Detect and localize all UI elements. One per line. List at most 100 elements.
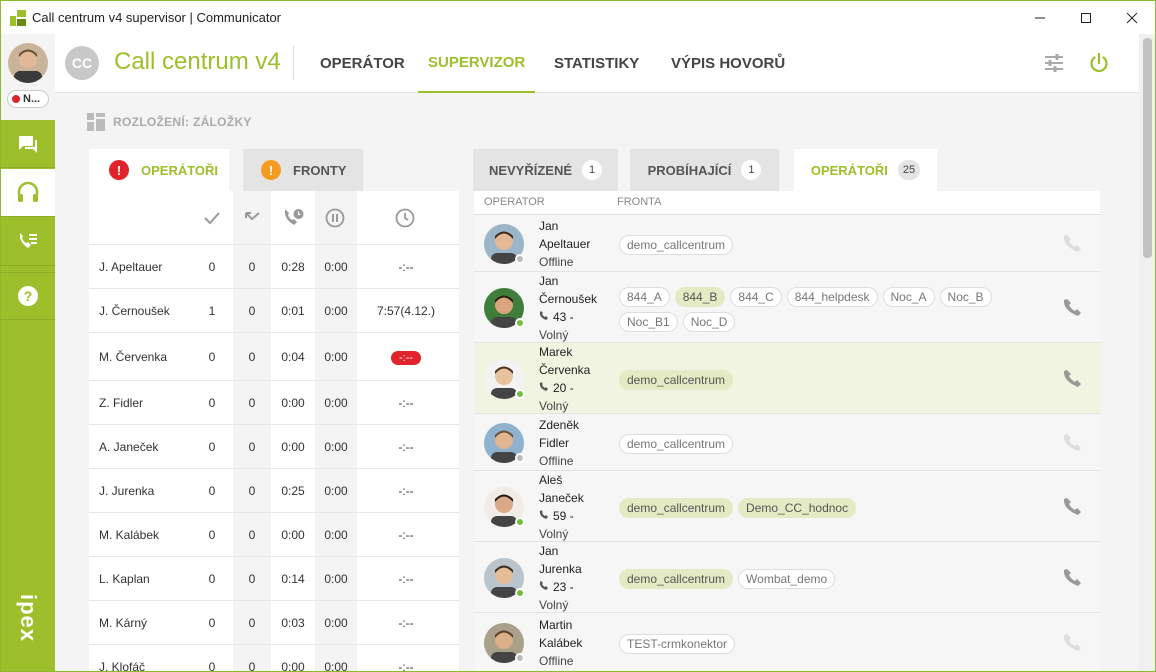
avatar[interactable] — [8, 43, 48, 83]
tab-probihajici[interactable]: PROBÍHAJÍCÍ 1 — [630, 149, 779, 191]
table-row[interactable]: A. Janeček 0 0 0:00 0:00 -:-- — [89, 425, 459, 469]
minimize-button[interactable] — [1017, 1, 1063, 34]
last-call-time: -:-- — [398, 439, 414, 454]
queue-chip[interactable]: demo_callcentrum — [619, 234, 734, 255]
user-profile[interactable]: N... — [1, 34, 55, 120]
app-badge: CC — [65, 46, 99, 80]
rail-call-list-button[interactable] — [1, 218, 55, 266]
window-title: Call centrum v4 supervisor | Communicato… — [32, 10, 282, 25]
check-icon — [204, 212, 220, 225]
last-call-time: -:-- — [398, 395, 414, 410]
queue-chip[interactable]: demo_callcentrum — [619, 497, 734, 518]
tab-operator[interactable]: OPERÁTOR — [310, 34, 415, 93]
tab-nevyrizene[interactable]: NEVYŘÍZENÉ 1 — [473, 149, 618, 191]
headset-icon — [17, 181, 39, 202]
call-button[interactable] — [1062, 568, 1082, 588]
tab-operatori-right[interactable]: OPERÁTOŘI 25 — [794, 149, 937, 191]
queue-chip[interactable]: 844_helpdesk — [786, 287, 878, 307]
tab-vypis-hovoru[interactable]: VÝPIS HOVORŮ — [661, 34, 795, 93]
scrollbar[interactable] — [1139, 34, 1155, 671]
answered-count: 0 — [208, 395, 216, 410]
table-row[interactable]: L. Kaplan 0 0 0:14 0:00 -:-- — [89, 557, 459, 601]
table-row[interactable]: J. Černoušek 1 0 0:01 0:00 7:57(4.12.) — [89, 289, 459, 333]
call-button[interactable] — [1062, 497, 1082, 517]
table-row[interactable]: M. Kalábek 0 0 0:00 0:00 -:-- — [89, 513, 459, 557]
queue-chip[interactable]: demo_callcentrum — [619, 568, 734, 589]
tab-supervizor[interactable]: SUPERVIZOR — [418, 34, 536, 93]
tab-statistiky[interactable]: STATISTIKY — [544, 34, 649, 93]
rail-help-button[interactable]: ? — [1, 272, 55, 320]
call-time: 0:14 — [281, 571, 305, 586]
list-item[interactable]: Jan Jurenka 23 - Volný demo_callcentrum Womba… — [474, 542, 1100, 613]
maximize-button[interactable] — [1063, 1, 1109, 34]
queue-chip[interactable]: demo_callcentrum — [619, 369, 734, 390]
list-item[interactable]: Martin Kalábek Offline TEST-crmkonektor — [474, 613, 1100, 671]
call-time: 0:04 — [281, 349, 305, 364]
call-button[interactable] — [1062, 234, 1082, 254]
call-button[interactable] — [1062, 369, 1082, 389]
missed-count: 0 — [248, 527, 256, 542]
busy-indicator — [12, 95, 20, 103]
phone-icon — [1063, 298, 1081, 316]
table-row[interactable]: J. Apeltauer 0 0 0:28 0:00 -:-- — [89, 245, 459, 289]
table-row[interactable]: M. Červenka 0 0 0:04 0:00 -:-- — [89, 333, 459, 381]
queue-chip[interactable]: Noc_B — [939, 287, 992, 307]
phone-small-icon — [539, 381, 548, 391]
operator-name: L. Kaplan — [99, 571, 150, 586]
queue-list: 844_A 844_B 844_C 844_helpdesk Noc_A Noc_B Noc… — [619, 287, 999, 332]
extension-number: 59 - — [553, 508, 574, 523]
settings-button[interactable] — [1043, 52, 1065, 74]
list-item[interactable]: Zdeněk Fidler Offline demo_callcentrum — [474, 414, 1100, 471]
queue-chip[interactable]: Wombat_demo — [738, 568, 836, 589]
logout-button[interactable] — [1088, 52, 1110, 74]
alert-icon: ! — [109, 160, 129, 180]
queue-list: demo_callcentrum Demo_CC_hodnoc — [619, 497, 999, 518]
call-button[interactable] — [1062, 298, 1082, 318]
list-item[interactable]: Marek Červenka 20 - Volný demo_callcentrum — [474, 343, 1100, 414]
pause-time: 0:00 — [324, 395, 348, 410]
status-badge[interactable]: N... — [7, 90, 49, 108]
help-icon: ? — [18, 286, 38, 306]
call-button[interactable] — [1062, 633, 1082, 653]
online-indicator — [515, 388, 525, 399]
scrollbar-thumb[interactable] — [1143, 38, 1152, 258]
operator-last-name: Janeček — [539, 490, 584, 505]
app-header: CC Call centrum v4 OPERÁTOR SUPERVIZOR S… — [55, 34, 1139, 93]
probihajici-count: 1 — [741, 160, 762, 180]
queue-chip[interactable]: Noc_B1 — [619, 312, 678, 332]
queue-chip[interactable]: Noc_D — [682, 312, 736, 332]
answered-count: 0 — [208, 439, 216, 454]
queue-chip[interactable]: 844_A — [619, 287, 670, 307]
rail-chat-button[interactable] — [1, 120, 55, 168]
queue-chip[interactable]: 844_C — [730, 287, 782, 307]
extension-line: 23 - — [539, 578, 614, 596]
queue-chip[interactable]: demo_callcentrum — [619, 433, 734, 454]
queue-chip[interactable]: 844_B — [674, 287, 726, 307]
last-call-time: -:-- — [365, 350, 447, 365]
offline-indicator — [515, 452, 525, 463]
list-item[interactable]: Jan Apeltauer Offline demo_callcentrum — [474, 215, 1100, 272]
operator-status: Volný — [539, 398, 569, 413]
table-row[interactable]: M. Kárný 0 0 0:03 0:00 -:-- — [89, 601, 459, 645]
table-row[interactable]: J. Jurenka 0 0 0:25 0:00 -:-- — [89, 469, 459, 513]
tab-operatori[interactable]: ! OPERÁTOŘI — [89, 149, 229, 191]
tab-nevyrizene-label: NEVYŘÍZENÉ — [488, 162, 573, 178]
pause-time: 0:00 — [324, 483, 348, 498]
last-call-time: -:-- — [398, 659, 414, 672]
close-button[interactable] — [1109, 1, 1155, 34]
tab-fronty[interactable]: ! FRONTY — [243, 149, 363, 191]
layout-switcher[interactable]: ROZLOŽENÍ: ZÁLOŽKY — [87, 113, 252, 131]
queue-chip[interactable]: TEST-crmkonektor — [619, 634, 736, 654]
table-row[interactable]: J. Klofáč 0 0 0:00 0:00 -:-- — [89, 645, 459, 672]
queue-chip[interactable]: Noc_A — [882, 287, 935, 307]
pause-time: 0:00 — [324, 527, 348, 542]
queue-chip[interactable]: Demo_CC_hodnoc — [738, 497, 857, 518]
main-content: ROZLOŽENÍ: ZÁLOŽKY ! OPERÁTOŘI ! FRONTY — [55, 93, 1139, 672]
table-row[interactable]: Z. Fidler 0 0 0:00 0:00 -:-- — [89, 381, 459, 425]
rail-headset-button[interactable] — [1, 169, 55, 217]
missed-call-icon — [245, 212, 260, 221]
call-button[interactable] — [1062, 433, 1082, 453]
operator-info: Jan Černoušek 43 - Volný — [539, 272, 614, 344]
list-item[interactable]: Aleš Janeček 59 - Volný demo_callcentrum Demo… — [474, 471, 1100, 542]
list-item[interactable]: Jan Černoušek 43 - Volný 844_A 844_B 844_C 844_… — [474, 272, 1100, 343]
